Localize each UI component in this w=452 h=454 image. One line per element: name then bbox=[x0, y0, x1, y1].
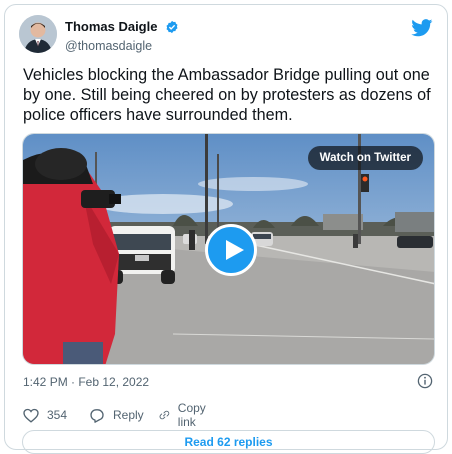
like-button[interactable]: 354 bbox=[23, 405, 67, 425]
play-button[interactable] bbox=[205, 224, 257, 276]
tweet-text: Vehicles blocking the Ambassador Bridge … bbox=[23, 66, 431, 124]
avatar[interactable] bbox=[19, 15, 57, 53]
heart-icon bbox=[23, 408, 39, 423]
link-icon bbox=[159, 410, 170, 420]
display-name[interactable]: Thomas Daigle bbox=[65, 19, 157, 34]
twitter-bird-icon[interactable] bbox=[411, 19, 433, 37]
reply-button[interactable]: Reply bbox=[89, 405, 144, 425]
read-replies-button[interactable]: Read 62 replies bbox=[22, 430, 435, 454]
tweet-header: Thomas Daigle @thomasdaigle bbox=[19, 15, 435, 59]
verified-badge-icon bbox=[165, 20, 179, 34]
name-block: Thomas Daigle @thomasdaigle bbox=[65, 18, 179, 53]
copy-link-label: Copy link bbox=[177, 401, 206, 429]
tweet-timestamp[interactable]: 1:42 PM · Feb 12, 2022 bbox=[23, 375, 149, 389]
tweet-card: Thomas Daigle @thomasdaigle Vehicles blo… bbox=[4, 4, 448, 454]
handle[interactable]: @thomasdaigle bbox=[65, 39, 179, 53]
info-icon[interactable] bbox=[417, 373, 433, 389]
like-count: 354 bbox=[47, 408, 68, 422]
watch-on-twitter-button[interactable]: Watch on Twitter bbox=[307, 146, 423, 170]
video-player[interactable]: Watch on Twitter bbox=[22, 133, 435, 365]
reply-icon bbox=[90, 408, 104, 423]
play-icon bbox=[226, 240, 244, 260]
reply-label: Reply bbox=[113, 408, 144, 422]
copy-link-button[interactable]: Copy link bbox=[159, 401, 211, 429]
